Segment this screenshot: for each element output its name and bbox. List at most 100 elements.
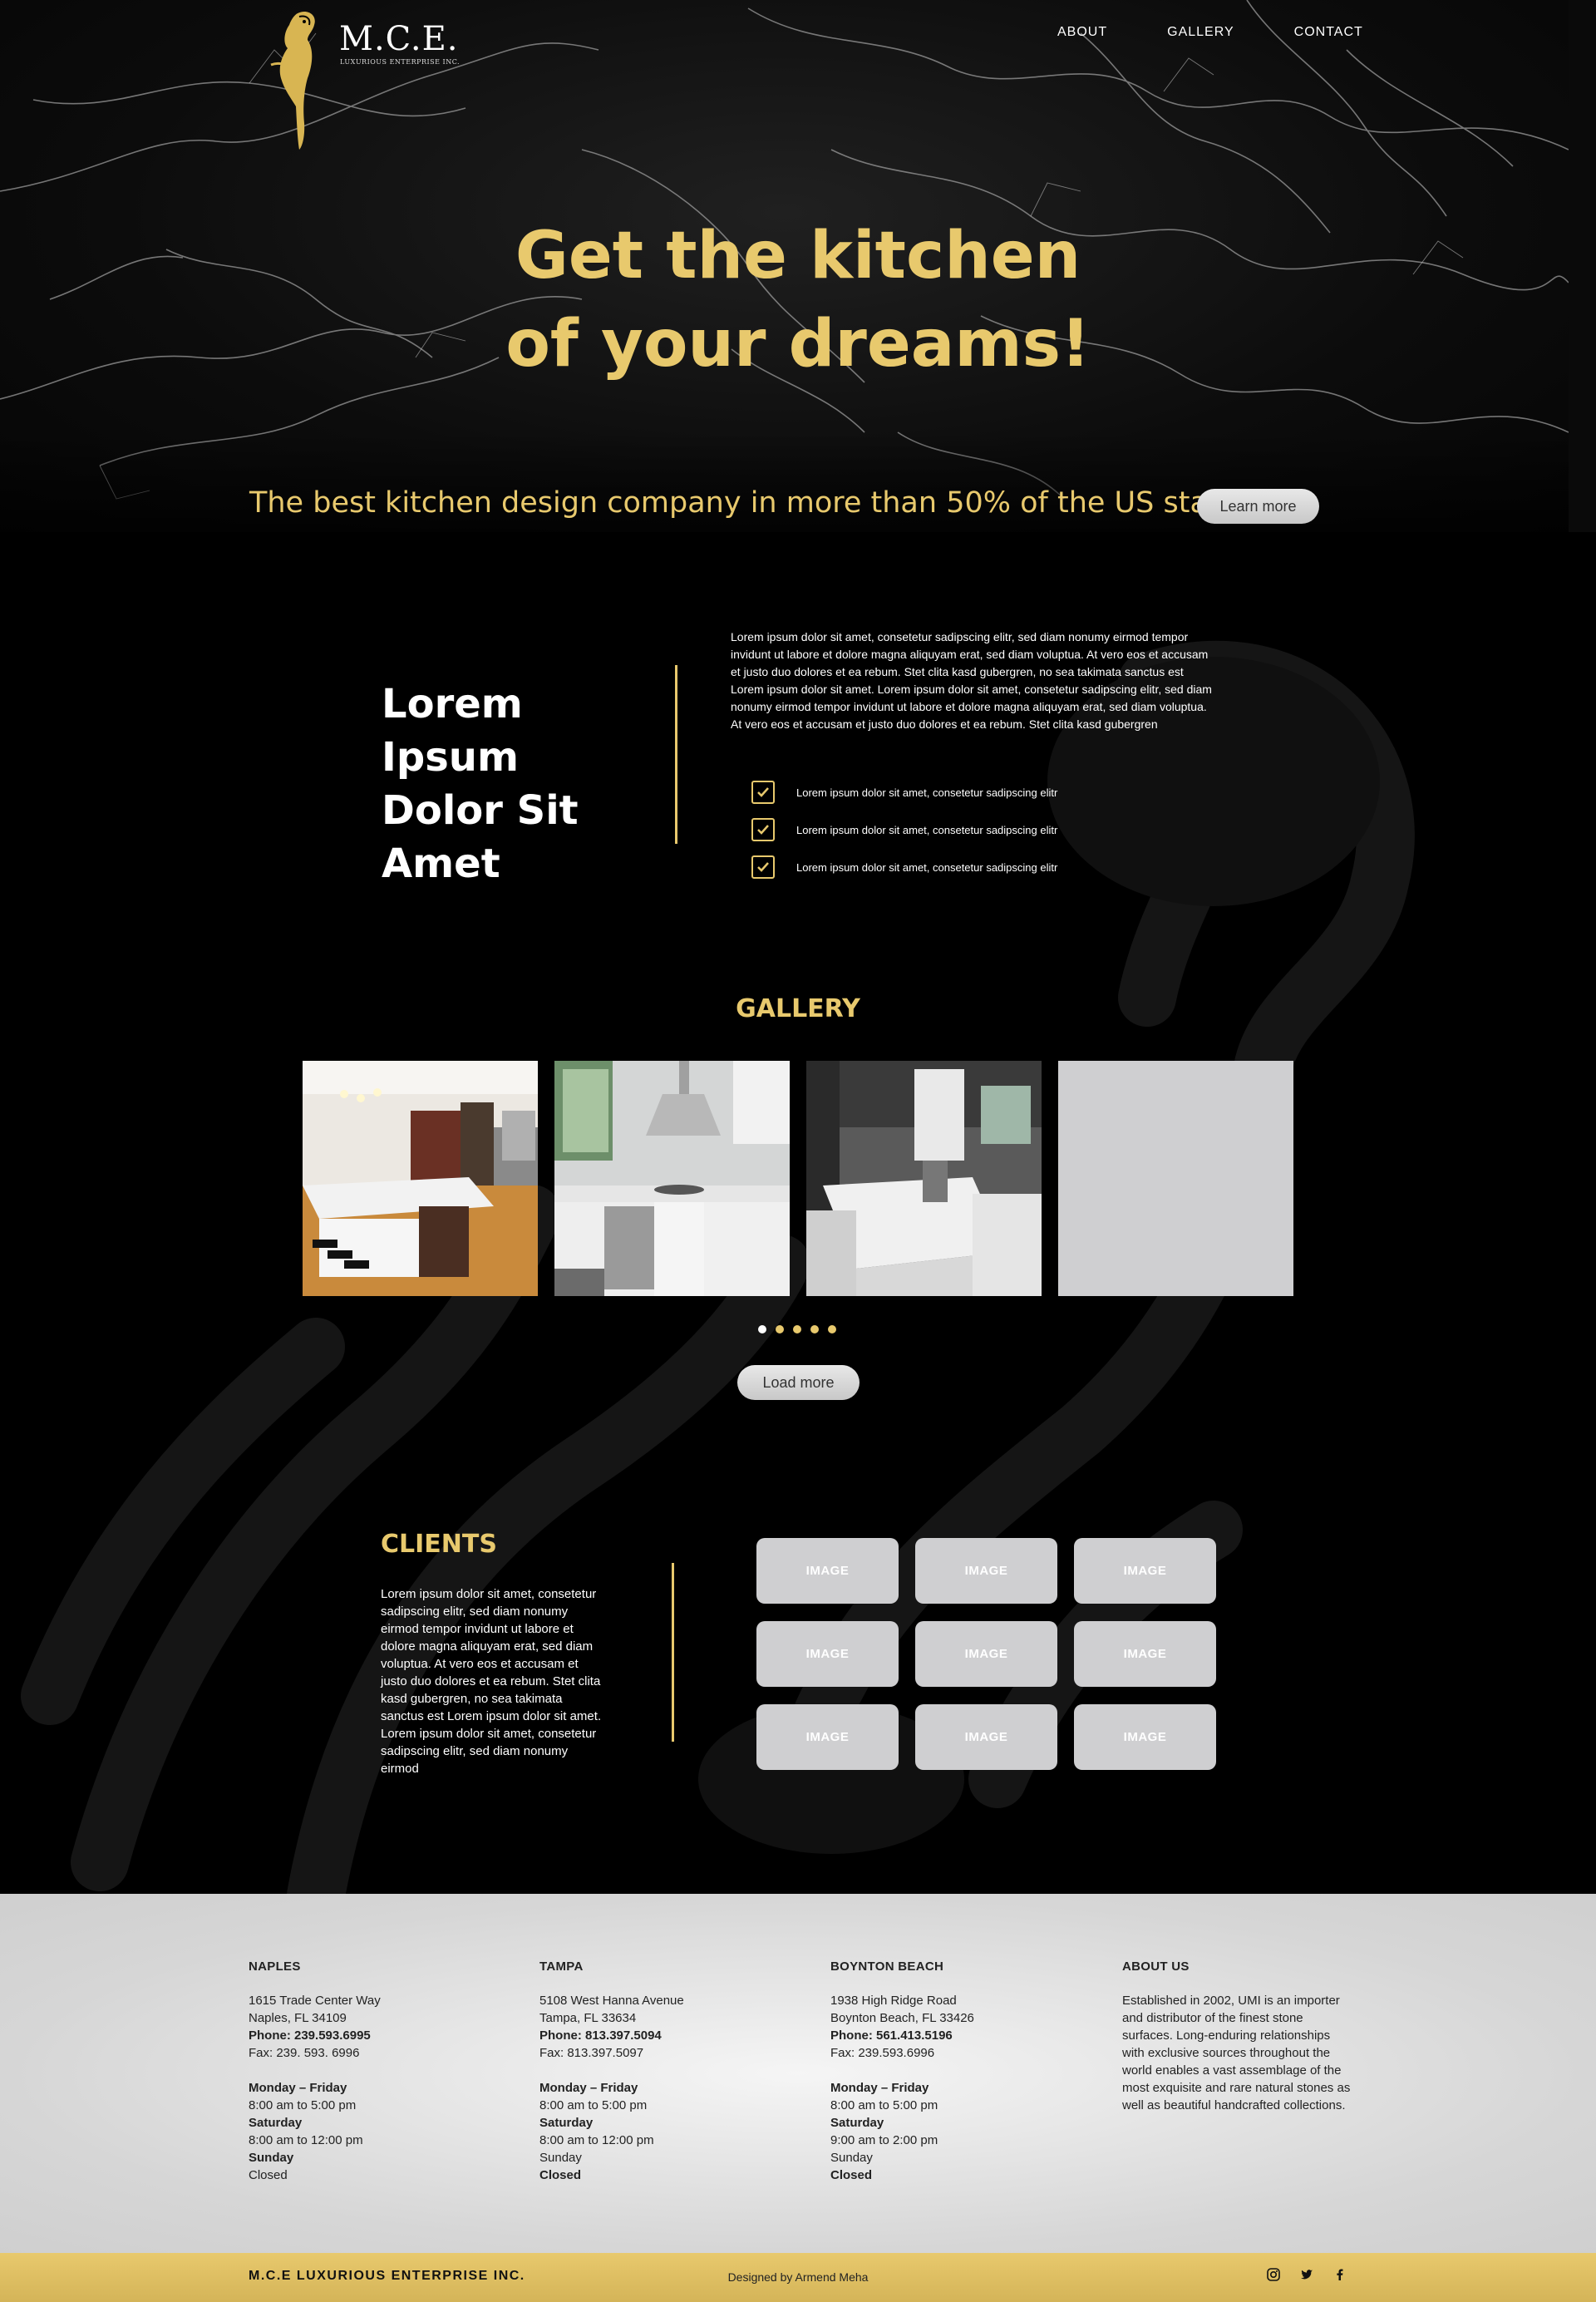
about-heading-line2: Dolor Sit	[382, 787, 579, 834]
checklist-label: Lorem ipsum dolor sit amet, consetetur s…	[796, 823, 1058, 836]
instagram-icon[interactable]	[1266, 2267, 1281, 2282]
nav-contact[interactable]: CONTACT	[1294, 25, 1363, 40]
address-line: 1615 Trade Center Way	[249, 1994, 381, 2008]
about-heading: Lorem Ipsum Dolor Sit Amet	[382, 678, 648, 890]
hero-title-line2: of your dreams!	[505, 307, 1091, 382]
right-edge-strip	[1569, 0, 1596, 532]
fax: Fax: 813.397.5097	[539, 2046, 644, 2060]
nav-about[interactable]: ABOUT	[1057, 25, 1107, 40]
checklist-label: Lorem ipsum dolor sit amet, consetetur s…	[796, 786, 1058, 799]
social-links	[1266, 2267, 1347, 2282]
hours-value: 8:00 am to 12:00 pm	[539, 2133, 654, 2147]
designer-credit: Designed by Armend Meha	[727, 2270, 869, 2284]
checklist-item: Lorem ipsum dolor sit amet, consetetur s…	[751, 855, 1057, 879]
checkbox-icon	[751, 855, 775, 879]
footer	[0, 1894, 1596, 2253]
footer-location-naples: NAPLES 1615 Trade Center Way Naples, FL …	[249, 1958, 481, 2184]
footer-location-tampa: TAMPA 5108 West Hanna Avenue Tampa, FL 3…	[539, 1958, 772, 2184]
gallery-image-kitchen-2[interactable]	[554, 1061, 790, 1296]
hours-label: Sunday	[830, 2151, 873, 2165]
about-paragraph: Lorem ipsum dolor sit amet, consetetur s…	[731, 630, 1212, 731]
hours-label: Saturday	[249, 2116, 303, 2130]
client-logo[interactable]: IMAGE	[1074, 1621, 1216, 1687]
hero-tagline: The best kitchen design company in more …	[249, 486, 1253, 520]
checklist-item: Lorem ipsum dolor sit amet, consetetur s…	[751, 818, 1057, 841]
client-logo[interactable]: IMAGE	[1074, 1704, 1216, 1770]
about-divider	[675, 665, 677, 844]
hours-value: Closed	[249, 2168, 288, 2182]
gallery-pagination	[758, 1325, 836, 1333]
address-line: Boynton Beach, FL 33426	[830, 2011, 974, 2025]
hours-label: Monday – Friday	[249, 2081, 347, 2095]
hours-value: 8:00 am to 12:00 pm	[249, 2133, 363, 2147]
pagination-dot[interactable]	[828, 1325, 836, 1333]
hours-value: 8:00 am to 5:00 pm	[249, 2098, 357, 2112]
hours-value: Closed	[830, 2168, 873, 2182]
phone[interactable]: Phone: 561.413.5196	[830, 2027, 1063, 2044]
hero-title-line1: Get the kitchen	[515, 219, 1081, 293]
pagination-dot[interactable]	[793, 1325, 801, 1333]
footer-about-us: ABOUT US Established in 2002, UMI is an …	[1122, 1958, 1355, 2114]
parrot-logo-icon	[270, 11, 315, 150]
address-line: Tampa, FL 33634	[539, 2011, 637, 2025]
client-logo[interactable]: IMAGE	[915, 1704, 1057, 1770]
twitter-icon[interactable]	[1299, 2267, 1314, 2282]
client-logo[interactable]: IMAGE	[756, 1538, 899, 1604]
phone[interactable]: Phone: 813.397.5094	[539, 2027, 772, 2044]
hero-section: M.C.E. LUXURIOUS ENTERPRISE INC. ABOUT G…	[0, 0, 1569, 532]
pagination-dot[interactable]	[758, 1325, 766, 1333]
main-nav: ABOUT GALLERY CONTACT	[1057, 25, 1363, 40]
footer-location-boynton-beach: BOYNTON BEACH 1938 High Ridge Road Boynt…	[830, 1958, 1063, 2184]
gallery-image-kitchen-1[interactable]	[303, 1061, 538, 1296]
clients-divider	[672, 1563, 674, 1742]
logo-subtitle: LUXURIOUS ENTERPRISE INC.	[340, 58, 461, 66]
checklist-label: Lorem ipsum dolor sit amet, consetetur s…	[796, 860, 1058, 874]
hours-label: Monday – Friday	[539, 2081, 638, 2095]
client-logo[interactable]: IMAGE	[1074, 1538, 1216, 1604]
gallery-image-placeholder[interactable]	[1058, 1061, 1293, 1296]
load-more-button[interactable]: Load more	[737, 1365, 860, 1400]
location-name: TAMPA	[539, 1959, 584, 1974]
client-logo[interactable]: IMAGE	[756, 1621, 899, 1687]
checkbox-icon	[751, 781, 775, 804]
address-line: Naples, FL 34109	[249, 2011, 347, 2025]
client-logo[interactable]: IMAGE	[915, 1538, 1057, 1604]
about-heading-line1: Lorem Ipsum	[382, 681, 523, 781]
logo-text: M.C.E.	[339, 20, 459, 58]
nav-gallery[interactable]: GALLERY	[1167, 25, 1234, 40]
address-line: 1938 High Ridge Road	[830, 1994, 957, 2008]
logo[interactable]: M.C.E. LUXURIOUS ENTERPRISE INC.	[266, 7, 460, 152]
hero-title: Get the kitchen of your dreams!	[466, 212, 1130, 388]
clients-title: CLIENTS	[381, 1530, 497, 1559]
learn-more-button[interactable]: Learn more	[1197, 489, 1319, 524]
gallery-title: GALLERY	[736, 994, 860, 1023]
fax: Fax: 239. 593. 6996	[249, 2046, 360, 2060]
phone[interactable]: Phone: 239.593.6995	[249, 2027, 481, 2044]
checkbox-icon	[751, 818, 775, 841]
hours-label: Saturday	[539, 2116, 594, 2130]
location-name: BOYNTON BEACH	[830, 1959, 944, 1974]
hours-value: 8:00 am to 5:00 pm	[539, 2098, 648, 2112]
location-name: NAPLES	[249, 1959, 301, 1974]
clients-paragraph: Lorem ipsum dolor sit amet, consetetur s…	[381, 1587, 602, 1776]
hours-label: Sunday	[249, 2151, 294, 2165]
page: M.C.E. LUXURIOUS ENTERPRISE INC. ABOUT G…	[0, 0, 1596, 2302]
address-line: 5108 West Hanna Avenue	[539, 1994, 684, 2008]
hours-value: Closed	[539, 2168, 582, 2182]
hours-label: Sunday	[539, 2151, 582, 2165]
hours-value: 8:00 am to 5:00 pm	[830, 2098, 938, 2112]
pagination-dot[interactable]	[776, 1325, 784, 1333]
hours-label: Monday – Friday	[830, 2081, 929, 2095]
facebook-icon[interactable]	[1332, 2267, 1347, 2282]
about-us-text: Established in 2002, UMI is an importer …	[1122, 1994, 1351, 2112]
client-logo[interactable]: IMAGE	[915, 1621, 1057, 1687]
pagination-dot[interactable]	[810, 1325, 819, 1333]
hours-value: 9:00 am to 2:00 pm	[830, 2133, 938, 2147]
about-heading-line3: Amet	[382, 840, 500, 887]
fax: Fax: 239.593.6996	[830, 2046, 935, 2060]
hours-label: Saturday	[830, 2116, 884, 2130]
about-us-title: ABOUT US	[1122, 1959, 1190, 1974]
parrot-watermark	[21, 640, 1415, 1895]
client-logo[interactable]: IMAGE	[756, 1704, 899, 1770]
gallery-image-kitchen-3[interactable]	[806, 1061, 1042, 1296]
